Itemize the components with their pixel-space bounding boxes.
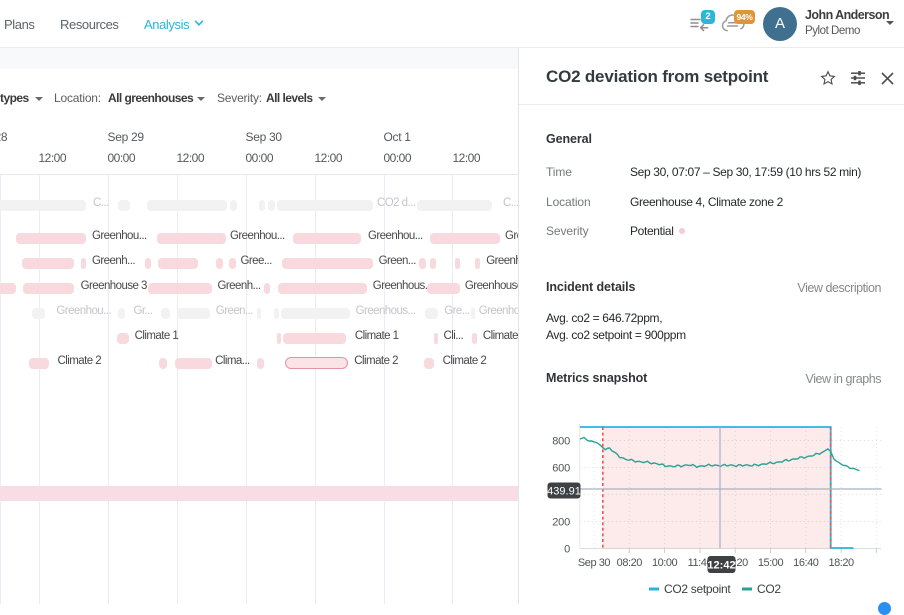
svg-text:600: 600 [552, 463, 570, 475]
svg-text:16:40: 16:40 [793, 557, 819, 569]
svg-text:800: 800 [552, 436, 570, 448]
svg-text:CO2 setpoint: CO2 setpoint [664, 582, 731, 596]
svg-text:08:20: 08:20 [617, 557, 643, 569]
svg-text:15:00: 15:00 [758, 557, 784, 569]
svg-text:439.91: 439.91 [547, 486, 581, 498]
svg-text:200: 200 [552, 517, 570, 529]
svg-text:10:00: 10:00 [652, 557, 678, 569]
svg-text:12:42: 12:42 [707, 560, 735, 572]
svg-text:0: 0 [564, 544, 570, 556]
svg-text:CO2: CO2 [757, 582, 781, 596]
svg-text:18:20: 18:20 [828, 557, 854, 569]
svg-text:Sep 30: Sep 30 [578, 557, 610, 569]
